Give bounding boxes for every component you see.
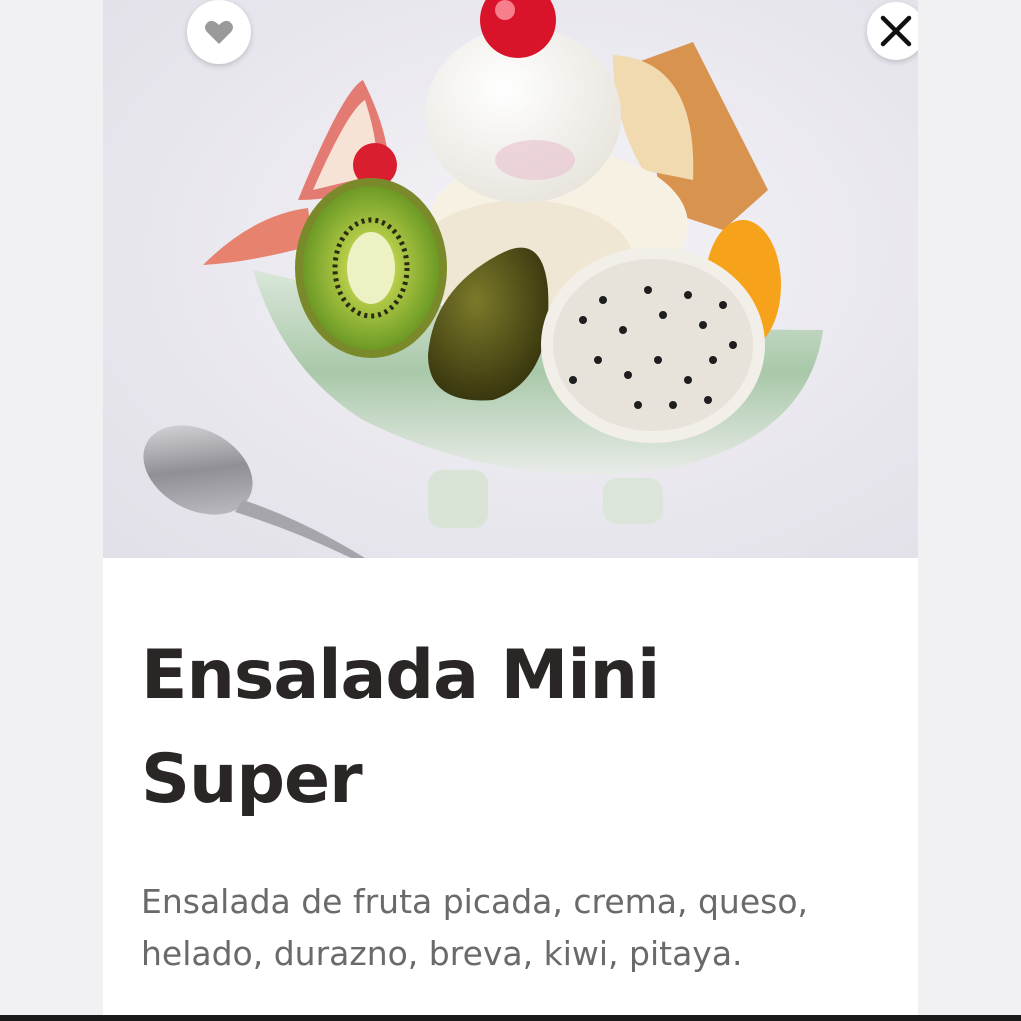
- product-title: Ensalada Mini Super: [141, 636, 660, 819]
- heart-icon: [205, 20, 233, 44]
- product-details: Ensalada Mini Super Ensalada de fruta pi…: [103, 558, 918, 1015]
- close-button[interactable]: [867, 2, 918, 60]
- dragon-fruit-slice: [541, 247, 765, 443]
- product-image: [103, 0, 918, 558]
- favorite-button[interactable]: [187, 0, 251, 64]
- close-icon: [880, 15, 912, 47]
- product-description: Ensalada de fruta picada, crema, queso, …: [141, 882, 809, 973]
- kiwi-slice: [295, 178, 447, 358]
- product-card: Ensalada Mini Super Ensalada de fruta pi…: [103, 0, 918, 1015]
- bottom-edge-bar: [0, 1015, 1021, 1021]
- fruit-salad-photo: [103, 0, 918, 558]
